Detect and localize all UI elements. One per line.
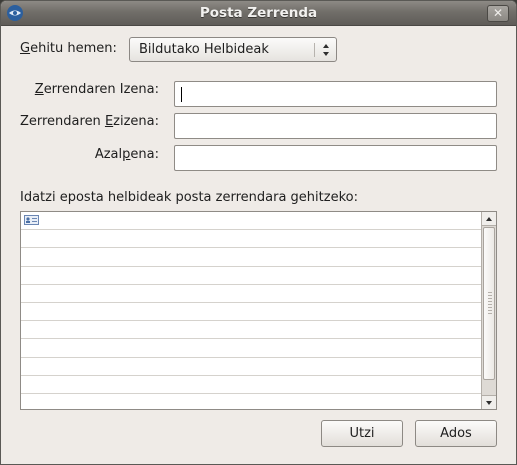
addresses-instruction: Idatzi eposta helbideak posta zerrendara… bbox=[20, 190, 358, 205]
add-to-label-text: ehitu hemen: bbox=[30, 41, 117, 56]
list-name-field[interactable] bbox=[174, 81, 497, 107]
address-card-icon bbox=[24, 215, 39, 225]
list-nickname-input[interactable] bbox=[175, 114, 496, 138]
list-item[interactable] bbox=[21, 358, 481, 376]
list-item[interactable] bbox=[21, 248, 481, 267]
up-down-arrows-icon bbox=[323, 44, 329, 56]
add-to-label-mnemonic: G bbox=[20, 41, 31, 56]
list-item[interactable] bbox=[21, 321, 481, 340]
scroll-grip bbox=[488, 292, 492, 316]
add-to-label: Gehitu hemen: bbox=[20, 41, 117, 56]
list-item[interactable] bbox=[21, 212, 481, 231]
list-item[interactable] bbox=[21, 303, 481, 322]
description-input[interactable] bbox=[175, 146, 496, 170]
cancel-button[interactable]: Utzi bbox=[321, 420, 403, 447]
window-title: Posta Zerrenda bbox=[199, 5, 318, 21]
dialog-window: Posta Zerrenda ✕ Gehitu hemen: Bildutako… bbox=[0, 0, 517, 465]
list-item[interactable] bbox=[21, 267, 481, 285]
list-item[interactable] bbox=[21, 285, 481, 303]
list-nickname-label-mnemonic: E bbox=[104, 114, 114, 129]
list-name-label: Zerrendaren Izena: bbox=[35, 82, 159, 97]
arrow-down-icon bbox=[486, 401, 492, 405]
description-label-text: ena: bbox=[130, 147, 159, 162]
arrow-up-icon bbox=[486, 217, 492, 221]
list-name-input[interactable] bbox=[175, 82, 496, 106]
title-bar[interactable]: Posta Zerrenda ✕ bbox=[1, 1, 516, 26]
close-button[interactable]: ✕ bbox=[487, 5, 509, 22]
list-nickname-label: Zerrendaren Ezizena: bbox=[20, 114, 159, 129]
vertical-scrollbar[interactable] bbox=[481, 212, 496, 409]
list-item[interactable] bbox=[21, 376, 481, 394]
address-list-rows bbox=[21, 212, 481, 409]
address-list[interactable] bbox=[20, 211, 497, 410]
description-label: Azalpena: bbox=[95, 147, 159, 162]
scroll-up-button[interactable] bbox=[482, 212, 496, 226]
close-icon: ✕ bbox=[492, 6, 504, 20]
scroll-down-button[interactable] bbox=[482, 395, 496, 409]
list-nickname-label-prefix: Zerrendaren bbox=[19, 114, 105, 129]
address-book-select[interactable]: Bildutako Helbideak bbox=[129, 37, 337, 62]
list-item[interactable] bbox=[21, 394, 481, 409]
list-item[interactable] bbox=[21, 230, 481, 249]
list-nickname-field[interactable] bbox=[174, 113, 497, 139]
description-label-prefix: Azal bbox=[94, 147, 123, 162]
combo-separator bbox=[314, 43, 315, 57]
description-field[interactable] bbox=[174, 145, 497, 171]
list-nickname-label-text: zizena: bbox=[113, 114, 159, 129]
list-name-label-text: errendaren Izena: bbox=[43, 82, 159, 97]
list-name-label-mnemonic: Z bbox=[34, 82, 44, 97]
list-item[interactable] bbox=[21, 339, 481, 358]
ok-button[interactable]: Ados bbox=[415, 420, 497, 447]
address-book-select-value: Bildutako Helbideak bbox=[139, 42, 269, 57]
scroll-thumb[interactable] bbox=[483, 227, 495, 380]
text-cursor bbox=[181, 87, 182, 102]
